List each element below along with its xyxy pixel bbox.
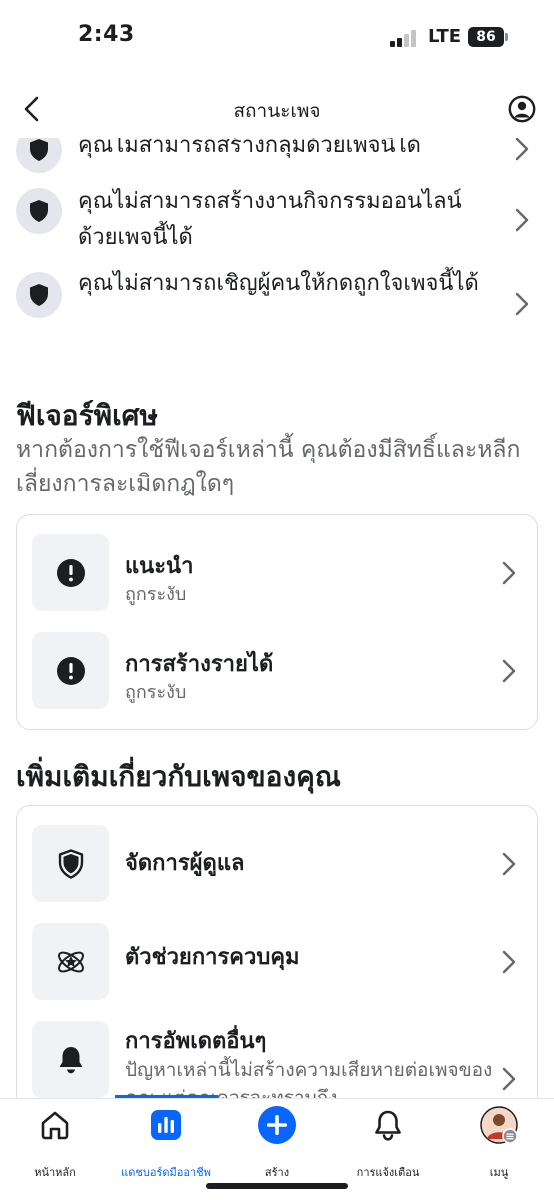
more-item-manage-admins[interactable]: จัดการผู้ดูแล <box>17 825 539 903</box>
more-item-title: จัดการผู้ดูแล <box>125 851 245 876</box>
page-title: สถานะเพจ <box>233 100 321 122</box>
nav-create[interactable]: สร้าง <box>222 1106 332 1179</box>
restriction-item[interactable]: คุณไม่สามารถเชิญผู้คนให้กดถูกใจเพจนี้ได้ <box>0 266 554 342</box>
restriction-shield-badge <box>16 188 62 234</box>
feature-icon-badge <box>32 632 109 709</box>
active-tab-indicator <box>115 1095 218 1098</box>
battery-nub <box>505 33 508 41</box>
profile-icon[interactable] <box>508 95 536 123</box>
nav-professional-dashboard[interactable]: แดชบอร์ดมืออาชีพ <box>111 1109 221 1179</box>
restriction-item[interactable]: คุณไม่สามารถสร้างงานกิจกรรมออนไลน์ด้วยเพ… <box>0 184 554 260</box>
chevron-right-icon <box>502 659 516 683</box>
feature-title: การสร้างรายได้ <box>125 652 274 677</box>
battery-icon: 86 <box>468 27 504 47</box>
home-indicator <box>206 1183 348 1189</box>
avatar-icon <box>480 1106 518 1144</box>
shield-icon <box>30 284 48 306</box>
feature-item-recommend[interactable]: แนะนำ ถูกระงับ <box>17 534 539 612</box>
more-icon-badge <box>32 825 109 902</box>
more-section-card: จัดการผู้ดูแล ตัวช่วยการควบคุม การอัพเดต… <box>16 805 538 1125</box>
signal-icon <box>390 29 420 47</box>
nav-menu[interactable]: เมนู <box>444 1106 554 1179</box>
feature-item-monetization[interactable]: การสร้างรายได้ ถูกระงับ <box>17 632 539 710</box>
more-icon-badge <box>32 1021 109 1098</box>
exclamation-icon <box>56 558 85 587</box>
restriction-text: คุณไม่สามารถเชิญผู้คนให้กดถูกใจเพจนี้ได้ <box>78 271 479 296</box>
feature-status: ถูกระงับ <box>125 584 187 605</box>
chevron-right-icon <box>515 208 529 232</box>
exclamation-icon <box>56 656 85 685</box>
nav-label: สร้าง <box>264 1166 290 1179</box>
chevron-right-icon <box>515 292 529 316</box>
nav-label: การแจ้งเตือน <box>356 1166 420 1179</box>
home-icon <box>41 1111 69 1140</box>
chevron-right-icon <box>515 137 529 161</box>
bell-icon <box>375 1110 401 1141</box>
bell-icon <box>59 1046 82 1073</box>
network-label: LTE <box>428 26 462 47</box>
more-icon-badge <box>32 923 109 1000</box>
special-features-subtitle: หากต้องการใช้ฟีเจอร์เหล่านี้ คุณต้องมีสิ… <box>16 437 521 497</box>
bottom-navigation: หน้าหลัก แดชบอร์ดมืออาชีพ สร้าง การแจ้งเ… <box>0 1095 554 1200</box>
restriction-text: คุณไม่สามารถสร้างงานกิจกรรมออนไลน์ด้วยเพ… <box>78 189 462 250</box>
shield-icon <box>30 139 48 161</box>
more-item-moderation-assist[interactable]: ตัวช่วยการควบคุม <box>17 923 539 1001</box>
nav-label: หน้าหลัก <box>34 1166 76 1179</box>
chevron-right-icon <box>502 852 516 876</box>
nav-notifications[interactable]: การแจ้งเตือน <box>333 1109 443 1179</box>
nav-label: แดชบอร์ดมืออาชีพ <box>121 1166 211 1179</box>
shield-icon <box>30 200 48 222</box>
more-section-title: เพิ่มเติมเกี่ยวกับเพจของคุณ <box>16 760 341 793</box>
nav-home[interactable]: หน้าหลัก <box>0 1109 110 1179</box>
restriction-shield-badge <box>16 272 62 318</box>
nav-label: เมนู <box>489 1166 509 1179</box>
special-features-title: ฟีเจอร์พิเศษ <box>16 399 158 432</box>
chevron-right-icon <box>502 561 516 585</box>
feature-icon-badge <box>32 534 109 611</box>
more-item-title: ตัวช่วยการควบคุม <box>125 945 300 970</box>
feature-status: ถูกระงับ <box>125 682 187 703</box>
page-header: สถานะเพจ <box>0 80 554 138</box>
status-time: 2:43 <box>78 22 135 47</box>
dashboard-icon <box>151 1110 181 1140</box>
status-bar: 2:43 LTE 86 <box>0 0 554 78</box>
chevron-right-icon <box>502 1067 516 1091</box>
plus-icon <box>258 1106 296 1144</box>
special-features-card: แนะนำ ถูกระงับ การสร้างรายได้ ถูกระงับ <box>16 514 538 730</box>
more-item-title: การอัพเดตอื่นๆ <box>125 1029 267 1054</box>
shield-icon <box>58 848 83 879</box>
feature-title: แนะนำ <box>125 554 194 579</box>
chevron-right-icon <box>502 950 516 974</box>
atom-star-icon <box>57 951 84 972</box>
